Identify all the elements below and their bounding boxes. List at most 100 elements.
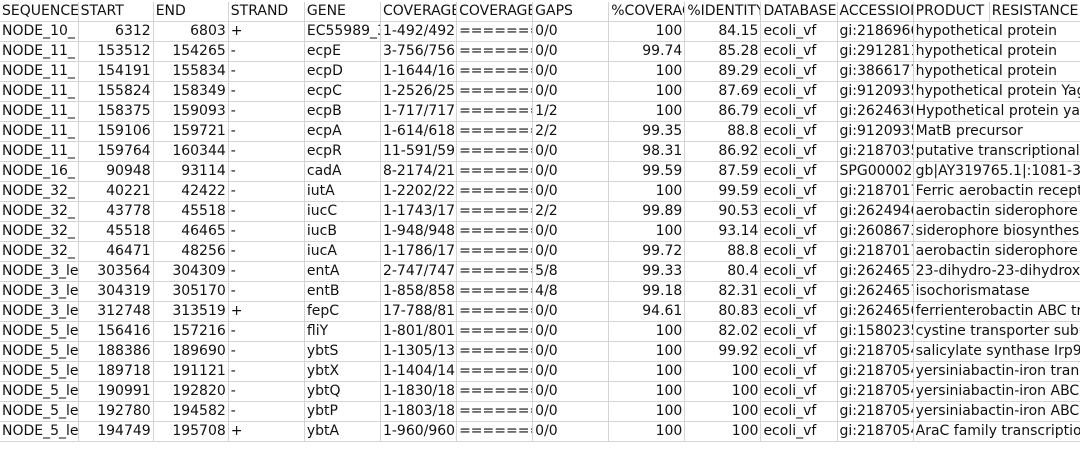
table-cell[interactable]: MatB precursor (913, 121, 1023, 143)
table-cell[interactable]: 1-1305/13 (380, 341, 458, 363)
table-cell[interactable]: 312748 (78, 301, 154, 323)
table-cell[interactable]: iucB (304, 221, 381, 243)
table-cell[interactable]: 84.15 (684, 21, 762, 43)
table-cell[interactable]: - (228, 241, 305, 263)
table-cell[interactable]: ybtX (304, 361, 381, 383)
table-cell[interactable]: 194582 (153, 401, 229, 423)
table-cell[interactable]: NODE_5_le (0, 421, 79, 443)
table-cell[interactable]: gi:2912811 (837, 41, 914, 63)
table-cell[interactable]: 82.02 (684, 321, 762, 343)
table-cell[interactable]: - (228, 61, 305, 83)
column-header[interactable]: GAPS (532, 2, 610, 23)
table-cell[interactable]: 82.31 (684, 281, 762, 303)
table-cell[interactable]: ecpE (304, 41, 381, 63)
table-cell[interactable]: - (228, 361, 305, 383)
table-cell[interactable]: hypothetical protein (913, 41, 1057, 63)
table-cell[interactable]: ecoli_vf (760, 141, 838, 163)
table-cell[interactable]: putative transcriptional regulator (913, 141, 1080, 163)
table-cell[interactable]: gi:2187054 (837, 361, 914, 383)
table-cell[interactable]: =============== (456, 241, 534, 263)
table-cell[interactable]: 1-948/948 (380, 221, 458, 243)
table-cell[interactable]: 190991 (78, 381, 154, 403)
table-cell[interactable]: 11-591/59 (380, 141, 458, 163)
table-cell[interactable]: 99.92 (684, 341, 762, 363)
table-cell[interactable]: ybtQ (304, 381, 381, 403)
table-cell[interactable]: 194749 (78, 421, 154, 443)
table-cell[interactable]: =============== (456, 121, 534, 143)
table-cell[interactable]: 99.18 (608, 281, 686, 303)
table-cell[interactable]: 0/0 (532, 421, 610, 443)
table-cell[interactable]: 191121 (153, 361, 229, 383)
table-cell[interactable]: 0/0 (532, 341, 610, 363)
table-cell[interactable]: =============== (456, 421, 534, 443)
table-cell[interactable]: 305170 (153, 281, 229, 303)
table-cell[interactable]: gi:2187017 (837, 241, 914, 263)
table-cell[interactable]: 192820 (153, 381, 229, 403)
table-cell[interactable]: 6803 (153, 21, 229, 43)
table-cell[interactable]: 1-1404/14 (380, 361, 458, 383)
table-cell[interactable]: 1-1830/18 (380, 381, 458, 403)
table-cell[interactable]: 158349 (153, 81, 229, 103)
table-cell[interactable]: NODE_11_ (0, 81, 79, 103)
column-header[interactable]: COVERAGE (380, 2, 458, 23)
table-cell[interactable]: 159106 (78, 121, 154, 143)
table-cell[interactable]: - (228, 381, 305, 403)
table-cell[interactable]: ecoli_vf (760, 281, 838, 303)
table-cell[interactable]: 192780 (78, 401, 154, 423)
table-cell[interactable]: 88.8 (684, 121, 762, 143)
table-cell[interactable]: ecoli_vf (760, 381, 838, 403)
column-header[interactable]: GENE (304, 2, 381, 23)
table-cell[interactable]: 88.8 (684, 241, 762, 263)
table-cell[interactable]: 158375 (78, 101, 154, 123)
table-cell[interactable]: NODE_5_le (0, 381, 79, 403)
table-cell[interactable]: - (228, 41, 305, 63)
table-cell[interactable]: gi:2187035 (837, 141, 914, 163)
table-cell[interactable]: fepC (304, 301, 381, 323)
table-cell[interactable]: ecoli_vf (760, 401, 838, 423)
table-cell[interactable]: ecoli_vf (760, 161, 838, 183)
table-cell[interactable]: gi:2624657 (837, 261, 914, 283)
table-cell[interactable]: 304309 (153, 261, 229, 283)
table-cell[interactable]: 99.33 (608, 261, 686, 283)
table-cell[interactable]: cadA (304, 161, 381, 183)
table-cell[interactable]: 6312 (78, 21, 154, 43)
table-cell[interactable]: 1-492/492 (380, 21, 458, 43)
table-cell[interactable]: gi:2187054 (837, 421, 914, 443)
table-cell[interactable]: + (228, 421, 305, 443)
table-cell[interactable]: 189718 (78, 361, 154, 383)
table-cell[interactable]: ecpR (304, 141, 381, 163)
table-cell[interactable]: - (228, 401, 305, 423)
table-cell[interactable]: 100 (608, 81, 686, 103)
table-cell[interactable]: 157216 (153, 321, 229, 343)
table-cell[interactable]: 0/0 (532, 401, 610, 423)
table-cell[interactable]: aerobactin siderophore biosynthesis (913, 241, 1080, 263)
table-cell[interactable]: 100 (608, 381, 686, 403)
table-cell[interactable]: 100 (684, 401, 762, 423)
table-cell[interactable]: - (228, 341, 305, 363)
table-cell[interactable]: 1-1786/17 (380, 241, 458, 263)
table-cell[interactable]: NODE_11_ (0, 101, 79, 123)
table-cell[interactable]: ecoli_vf (760, 121, 838, 143)
table-cell[interactable]: =============== (456, 361, 534, 383)
table-cell[interactable]: 0/0 (532, 141, 610, 163)
table-cell[interactable]: 40221 (78, 181, 154, 203)
table-cell[interactable]: 87.69 (684, 81, 762, 103)
table-cell[interactable]: yersiniabactin-iron ABC transporter (913, 401, 1080, 423)
table-cell[interactable]: 42422 (153, 181, 229, 203)
table-cell[interactable]: iucC (304, 201, 381, 223)
table-cell[interactable]: 0/0 (532, 181, 610, 203)
table-cell[interactable]: 90948 (78, 161, 154, 183)
table-cell[interactable]: yersiniabactin-iron transporter (913, 361, 1080, 383)
table-cell[interactable]: 1-614/618 (380, 121, 458, 143)
table-cell[interactable]: 0/0 (532, 221, 610, 243)
table-cell[interactable]: =============== (456, 221, 534, 243)
table-cell[interactable]: 93114 (153, 161, 229, 183)
table-cell[interactable]: =============== (456, 281, 534, 303)
table-cell[interactable]: 1-2526/25 (380, 81, 458, 103)
table-cell[interactable]: =============== (456, 41, 534, 63)
table-cell[interactable]: ecoli_vf (760, 101, 838, 123)
table-cell[interactable]: gi:2187017 (837, 181, 914, 203)
table-cell[interactable]: 159721 (153, 121, 229, 143)
table-cell[interactable]: =============== (456, 161, 534, 183)
table-cell[interactable]: 0/0 (532, 161, 610, 183)
